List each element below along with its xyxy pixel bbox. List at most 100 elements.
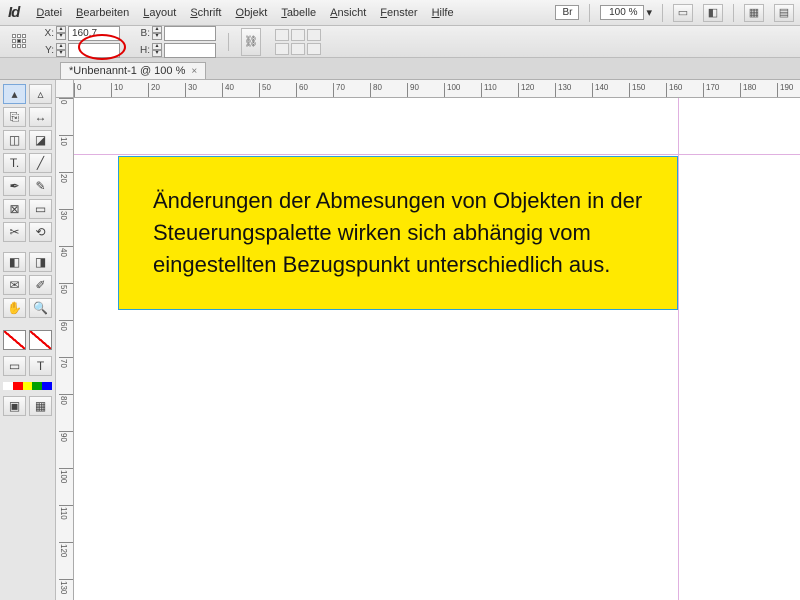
menu-ansicht[interactable]: Ansicht — [323, 4, 373, 22]
ruler-tick: 120 — [59, 542, 73, 557]
menu-fenster[interactable]: Fenster — [373, 4, 424, 22]
content-collector-tool[interactable]: ◪ — [29, 130, 52, 150]
h-field[interactable] — [164, 43, 216, 58]
ruler-tick: 80 — [370, 83, 382, 97]
pen-tool[interactable]: ✒ — [3, 176, 26, 196]
menu-layout[interactable]: Layout — [136, 4, 183, 22]
stroke-swatch[interactable] — [29, 330, 52, 350]
document-tab[interactable]: *Unbenannt-1 @ 100 % × — [60, 62, 206, 79]
eyedropper-tool[interactable]: ✐ — [29, 275, 52, 295]
ruler-tick: 50 — [59, 283, 73, 294]
ruler-tick: 180 — [740, 83, 756, 97]
ruler-tick: 130 — [555, 83, 571, 97]
y-field[interactable] — [68, 43, 120, 58]
ruler-tick: 80 — [59, 394, 73, 405]
menu-objekt[interactable]: Objekt — [229, 4, 275, 22]
gradient-tool[interactable]: ◧ — [3, 252, 26, 272]
document-tab-title: *Unbenannt-1 @ 100 % — [69, 65, 185, 77]
gradient-feather-tool[interactable]: ◨ — [29, 252, 52, 272]
chevron-down-icon[interactable]: ▾ — [646, 6, 652, 19]
ruler-tick: 120 — [518, 83, 534, 97]
align-icons-group[interactable] — [275, 29, 321, 55]
zoom-control[interactable]: 100 % ▾ — [600, 5, 652, 20]
ruler-tick: 0 — [59, 98, 73, 104]
ruler-tick: 20 — [59, 172, 73, 183]
scissors-tool[interactable]: ✂ — [3, 222, 26, 242]
control-panel: X: ▴▾ 160,7 mm Y: ▴▾ B: ▴▾ H: ▴▾ ⛓ — [0, 26, 800, 58]
divider — [228, 33, 229, 51]
formatting-container-icon[interactable]: ▭ — [3, 356, 26, 376]
w-field[interactable] — [164, 26, 216, 41]
text-frame[interactable]: Änderungen der Abmesungen von Objekten i… — [118, 156, 678, 310]
horizontal-ruler[interactable]: 0102030405060708090100110120130140150160… — [74, 80, 800, 98]
page-tool[interactable]: ⎘ — [3, 107, 26, 127]
vertical-ruler[interactable]: 0102030405060708090100110120130 — [56, 98, 74, 600]
selection-tool[interactable]: ▴ — [3, 84, 26, 104]
gap-tool[interactable]: ↔ — [29, 107, 52, 127]
document-canvas[interactable]: 0102030405060708090100110120130140150160… — [56, 80, 800, 600]
x-field[interactable]: 160,7 mm — [68, 26, 120, 41]
ruler-tick: 100 — [444, 83, 460, 97]
menu-bearbeiten[interactable]: Bearbeiten — [69, 4, 136, 22]
normal-view-icon[interactable]: ▣ — [3, 396, 26, 416]
preview-icon[interactable]: ▦ — [29, 396, 52, 416]
ruler-tick: 130 — [59, 579, 73, 594]
divider — [662, 4, 663, 22]
ruler-tick: 90 — [407, 83, 419, 97]
text-frame-content: Änderungen der Abmesungen von Objekten i… — [153, 188, 642, 277]
w-label: B: — [136, 28, 150, 39]
close-icon[interactable]: × — [191, 66, 197, 77]
formatting-text-icon[interactable]: T — [29, 356, 52, 376]
menu-tabelle[interactable]: Tabelle — [274, 4, 323, 22]
type-tool[interactable]: T. — [3, 153, 26, 173]
h-label: H: — [136, 45, 150, 56]
view-options-icon[interactable]: ▭ — [673, 4, 693, 22]
ruler-tick: 190 — [777, 83, 793, 97]
direct-selection-tool[interactable]: ▵ — [29, 84, 52, 104]
note-tool[interactable]: ✉ — [3, 275, 26, 295]
ruler-tick: 170 — [703, 83, 719, 97]
y-stepper[interactable]: ▴▾ — [56, 43, 66, 57]
bridge-button[interactable]: Br — [555, 5, 579, 20]
ruler-tick: 70 — [333, 83, 345, 97]
workspace-icon[interactable]: ▤ — [774, 4, 794, 22]
w-stepper[interactable]: ▴▾ — [152, 26, 162, 40]
page-edge-guide — [678, 98, 679, 600]
arrange-docs-icon[interactable]: ▦ — [744, 4, 764, 22]
page-area[interactable]: Änderungen der Abmesungen von Objekten i… — [74, 98, 800, 600]
ruler-tick: 110 — [59, 505, 73, 520]
transform-tool[interactable]: ⟲ — [29, 222, 52, 242]
ruler-tick: 90 — [59, 431, 73, 442]
ruler-tick: 30 — [59, 209, 73, 220]
divider — [589, 4, 590, 22]
menu-hilfe[interactable]: Hilfe — [425, 4, 461, 22]
menu-datei[interactable]: Datei — [29, 4, 69, 22]
h-stepper[interactable]: ▴▾ — [152, 43, 162, 57]
document-tabs: *Unbenannt-1 @ 100 % × — [0, 58, 800, 80]
color-strip[interactable] — [3, 382, 52, 390]
pencil-tool[interactable]: ✎ — [29, 176, 52, 196]
line-tool[interactable]: ╱ — [29, 153, 52, 173]
ruler-tick: 100 — [59, 468, 73, 483]
zoom-tool[interactable]: 🔍 — [29, 298, 52, 318]
menu-schrift[interactable]: Schrift — [183, 4, 228, 22]
ruler-origin[interactable] — [56, 80, 74, 98]
ruler-tick: 70 — [59, 357, 73, 368]
fill-swatch[interactable] — [3, 330, 26, 350]
divider — [733, 4, 734, 22]
ruler-tick: 60 — [59, 320, 73, 331]
rectangle-tool[interactable]: ▭ — [29, 199, 52, 219]
ruler-tick: 0 — [74, 83, 81, 97]
ruler-tick: 150 — [629, 83, 645, 97]
content-tool[interactable]: ◫ — [3, 130, 26, 150]
reference-point-widget[interactable] — [12, 34, 28, 50]
ruler-tick: 140 — [592, 83, 608, 97]
screen-mode-icon[interactable]: ◧ — [703, 4, 723, 22]
frame-tool[interactable]: ⊠ — [3, 199, 26, 219]
hand-tool[interactable]: ✋ — [3, 298, 26, 318]
zoom-value[interactable]: 100 % — [600, 5, 644, 20]
constrain-icon[interactable]: ⛓ — [241, 28, 261, 56]
x-label: X: — [40, 28, 54, 39]
x-stepper[interactable]: ▴▾ — [56, 26, 66, 40]
ruler-tick: 110 — [481, 83, 497, 97]
